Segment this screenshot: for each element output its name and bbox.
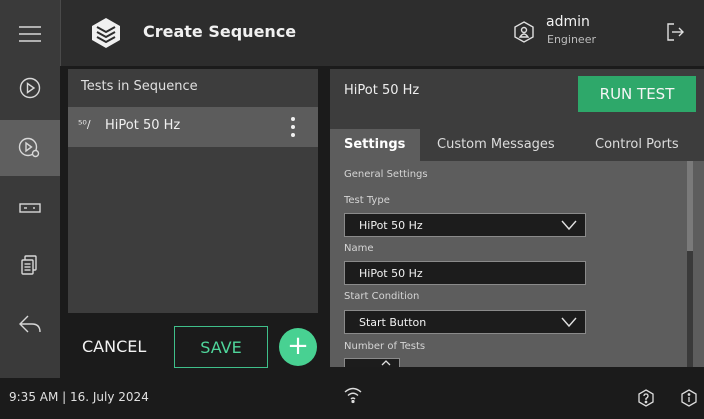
- date-time: 9:35 AM | 16. July 2024: [9, 390, 149, 404]
- test-settings-panel: HiPot 50 Hz RUN TEST Settings Custom Mes…: [330, 69, 704, 367]
- start-condition-value: Start Button: [359, 316, 427, 329]
- run-test-button[interactable]: RUN TEST: [578, 76, 696, 112]
- user-role: Engineer: [547, 33, 596, 46]
- sequence-test-item[interactable]: ⁵⁰∕ HiPot 50 Hz: [68, 107, 318, 147]
- name-label: Name: [344, 243, 374, 254]
- selected-test-name: HiPot 50 Hz: [344, 83, 420, 98]
- back-arrow-icon: [19, 315, 41, 333]
- sidebar-item-reports[interactable]: [0, 238, 60, 294]
- sequence-panel-heading: Tests in Sequence: [81, 79, 198, 94]
- sequence-settings-icon: [18, 137, 40, 158]
- test-header: HiPot 50 Hz RUN TEST: [330, 69, 704, 129]
- sequence-test-label: HiPot 50 Hz: [105, 118, 181, 133]
- app-logo-icon: [92, 18, 120, 48]
- name-input[interactable]: HiPot 50 Hz: [344, 261, 586, 285]
- sidebar-item-device[interactable]: [0, 180, 60, 236]
- page-title: Create Sequence: [143, 22, 297, 41]
- sidebar: [0, 0, 60, 378]
- user-icon[interactable]: [513, 21, 535, 43]
- sidebar-item-create-sequence[interactable]: [0, 120, 60, 176]
- status-bar: 9:35 AM | 16. July 2024: [0, 378, 704, 419]
- menu-icon: [19, 26, 41, 42]
- app-header: Create Sequence admin Engineer: [60, 0, 704, 66]
- name-value: HiPot 50 Hz: [359, 267, 423, 280]
- add-test-button[interactable]: +: [279, 328, 317, 366]
- section-heading: General Settings: [344, 169, 428, 180]
- settings-tabs: Settings Custom Messages Control Ports: [330, 129, 704, 161]
- start-condition-label: Start Condition: [344, 291, 420, 302]
- settings-scroll-thumb[interactable]: [687, 161, 693, 251]
- chevron-down-icon: [561, 220, 577, 231]
- help-icon[interactable]: [637, 389, 655, 407]
- chevron-up-icon: [381, 360, 391, 366]
- tab-control-ports[interactable]: Control Ports: [595, 129, 679, 161]
- sequence-panel: Tests in Sequence ⁵⁰∕ HiPot 50 Hz: [68, 69, 318, 313]
- save-button[interactable]: SAVE: [174, 326, 268, 368]
- chevron-down-icon: [561, 317, 577, 328]
- start-condition-select[interactable]: Start Button: [344, 310, 586, 334]
- test-type-select[interactable]: HiPot 50 Hz: [344, 213, 586, 237]
- sidebar-item-back[interactable]: [0, 296, 60, 352]
- more-options-icon[interactable]: [288, 117, 298, 137]
- wifi-icon: [344, 387, 362, 404]
- test-type-label: Test Type: [344, 195, 390, 206]
- tab-settings[interactable]: Settings: [330, 129, 420, 161]
- menu-button[interactable]: [0, 6, 60, 62]
- number-of-tests-label: Number of Tests: [344, 341, 426, 352]
- cancel-button[interactable]: CANCEL: [82, 337, 146, 356]
- user-name[interactable]: admin: [546, 14, 590, 30]
- logout-icon[interactable]: [666, 22, 684, 42]
- play-circle-icon: [19, 77, 41, 99]
- tab-custom-messages[interactable]: Custom Messages: [437, 129, 555, 161]
- sidebar-item-run[interactable]: [0, 60, 60, 116]
- hipot-test-icon: ⁵⁰∕: [78, 118, 91, 131]
- test-type-value: HiPot 50 Hz: [359, 219, 423, 232]
- documents-icon: [21, 255, 37, 275]
- device-icon: [19, 203, 41, 213]
- number-of-tests-stepper[interactable]: [344, 358, 400, 367]
- info-icon[interactable]: [680, 389, 698, 407]
